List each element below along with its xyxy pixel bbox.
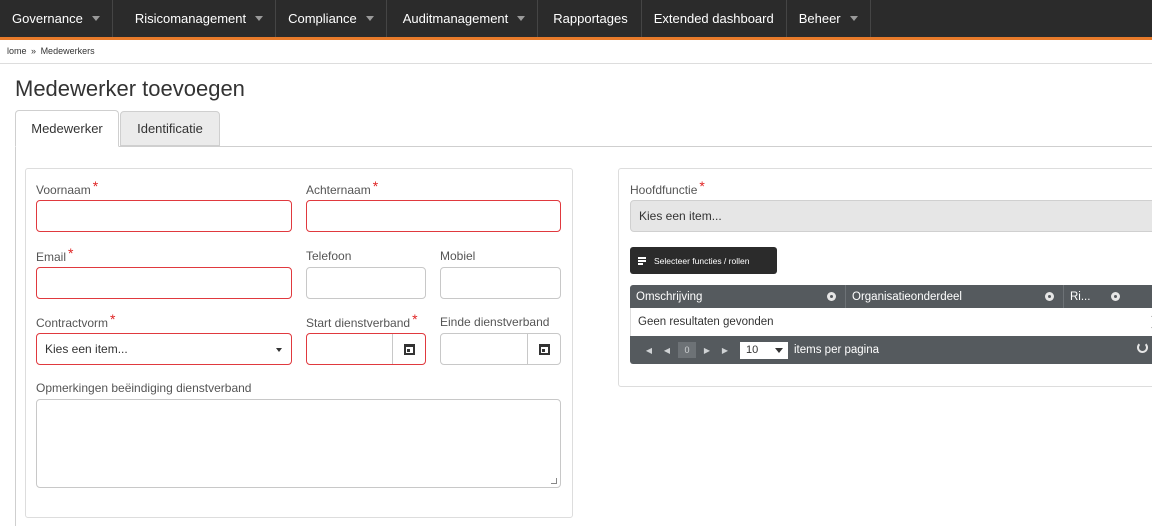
contractvorm-label-text: Contractvorm <box>36 316 109 330</box>
nav-auditmanagement-label: Auditmanagement <box>402 11 509 26</box>
page-size-select[interactable]: 10 <box>740 341 788 359</box>
required-marker: * <box>372 178 379 194</box>
contractvorm-value: Kies een item... <box>45 342 128 356</box>
voornaam-input[interactable] <box>36 200 292 232</box>
required-marker: * <box>68 245 74 261</box>
chevron-down-icon <box>849 16 858 21</box>
column-organisatieonderdeel[interactable]: Organisatieonderdeel <box>846 285 1064 308</box>
nav-rapportages[interactable]: Rapportages <box>538 0 642 37</box>
start-dienstverband-label: Start dienstverband * <box>306 311 418 330</box>
items-per-page-label: items per pagina <box>794 344 880 356</box>
page-title: Medewerker toevoegen <box>15 76 245 101</box>
contractvorm-label: Contractvorm * <box>36 311 116 330</box>
email-input[interactable] <box>36 267 292 299</box>
gear-icon[interactable] <box>827 292 836 301</box>
start-dienstverband-datepicker[interactable] <box>306 333 426 365</box>
chevron-down-icon <box>775 347 783 353</box>
hoofdfunctie-value: Kies een item... <box>639 209 722 223</box>
nav-governance[interactable]: Governance <box>0 0 113 37</box>
required-marker: * <box>92 178 99 194</box>
hoofdfunctie-label: Hoofdfunctie * <box>630 178 705 197</box>
breadcrumb-home[interactable]: lome <box>7 46 27 56</box>
chevron-down-icon <box>255 16 264 21</box>
empty-text: Geen resultaten gevonden <box>638 316 774 328</box>
start-dienstverband-label-text: Start dienstverband <box>306 316 411 330</box>
breadcrumb-current: Medewerkers <box>40 46 95 56</box>
first-page-icon[interactable]: ◀​ <box>640 342 658 358</box>
chevron-down-icon <box>91 16 100 21</box>
column-ri[interactable]: Ri... <box>1064 285 1152 308</box>
telefoon-input[interactable] <box>306 267 426 299</box>
voornaam-label-text: Voornaam <box>36 183 91 197</box>
column-ri-label: Ri... <box>1070 290 1091 303</box>
last-page-icon[interactable]: ▶​ <box>716 342 734 358</box>
previous-page-icon[interactable]: ◀ <box>658 342 676 358</box>
nav-rapportages-label: Rapportages <box>553 11 628 26</box>
hoofdfunctie-label-text: Hoofdfunctie <box>630 183 698 197</box>
gear-icon[interactable] <box>1045 292 1054 301</box>
nav-compliance-label: Compliance <box>288 11 357 26</box>
chevron-down-icon <box>517 16 526 21</box>
resize-grip-icon[interactable] <box>551 478 557 484</box>
nav-compliance[interactable]: Compliance <box>276 0 387 37</box>
refresh-icon[interactable] <box>1137 342 1148 353</box>
breadcrumb-separator: » <box>31 46 37 56</box>
tab-medewerker[interactable]: Medewerker <box>15 110 119 147</box>
nav-risicomanagement[interactable]: Risicomanagement <box>113 0 277 37</box>
dropdown-arrow-icon <box>276 348 282 352</box>
calendar-icon <box>538 343 550 355</box>
opmerkingen-label: Opmerkingen beëindiging dienstverband <box>36 381 252 395</box>
mobiel-label: Mobiel <box>440 249 476 263</box>
breadcrumb: lome » Medewerkers <box>7 46 95 56</box>
voornaam-label: Voornaam * <box>36 178 99 197</box>
gear-icon[interactable] <box>1111 292 1120 301</box>
email-label-text: Email <box>36 250 67 264</box>
telefoon-label: Telefoon <box>306 249 352 263</box>
calendar-button[interactable] <box>527 334 560 364</box>
select-functions-button[interactable]: Selecteer functies / rollen <box>630 247 777 274</box>
einde-dienstverband-datepicker[interactable] <box>440 333 561 365</box>
contractvorm-select[interactable]: Kies een item... <box>36 333 292 365</box>
email-label: Email * <box>36 245 74 264</box>
page-size-value: 10 <box>746 344 759 356</box>
required-marker: * <box>412 311 418 327</box>
next-page-icon[interactable]: ▶ <box>698 342 716 358</box>
divider <box>0 63 1152 64</box>
tab-identificatie[interactable]: Identificatie <box>120 111 220 146</box>
grid-empty-row: Geen resultaten gevonden <box>630 308 1152 336</box>
calendar-icon <box>403 343 415 355</box>
hoofdfunctie-select[interactable]: Kies een item... <box>630 200 1152 232</box>
einde-dienstverband-label: Einde dienstverband <box>440 315 550 329</box>
list-icon <box>638 257 646 265</box>
nav-governance-label: Governance <box>12 11 83 26</box>
chevron-down-icon <box>365 16 374 21</box>
current-page: 0 <box>678 342 696 358</box>
mobiel-input[interactable] <box>440 267 561 299</box>
achternaam-label-text: Achternaam <box>306 183 371 197</box>
column-omschrijving[interactable]: Omschrijving <box>630 285 846 308</box>
select-functions-label: Selecteer functies / rollen <box>654 255 750 266</box>
nav-beheer-label: Beheer <box>798 11 841 26</box>
nav-beheer[interactable]: Beheer <box>787 0 871 37</box>
grid-pager: ◀​ ◀ 0 ▶ ▶​ 10 items per pagina <box>630 336 1152 364</box>
functions-grid: Omschrijving Organisatieonderdeel Ri... … <box>630 285 1152 365</box>
column-organisatieonderdeel-label: Organisatieonderdeel <box>852 290 962 303</box>
grid-header: Omschrijving Organisatieonderdeel Ri... <box>630 285 1152 308</box>
achternaam-input[interactable] <box>306 200 561 232</box>
nav-risicomanagement-label: Risicomanagement <box>134 11 247 26</box>
required-marker: * <box>699 178 705 194</box>
calendar-button[interactable] <box>392 334 425 364</box>
opmerkingen-textarea[interactable] <box>36 399 561 488</box>
column-omschrijving-label: Omschrijving <box>636 290 703 303</box>
top-navigation: Governance Risicomanagement Compliance A… <box>0 0 1152 40</box>
nav-extended-dashboard-label: Extended dashboard <box>653 11 774 26</box>
achternaam-label: Achternaam * <box>306 178 379 197</box>
nav-auditmanagement[interactable]: Auditmanagement <box>387 0 539 37</box>
required-marker: * <box>110 311 116 327</box>
nav-extended-dashboard[interactable]: Extended dashboard <box>642 0 787 37</box>
